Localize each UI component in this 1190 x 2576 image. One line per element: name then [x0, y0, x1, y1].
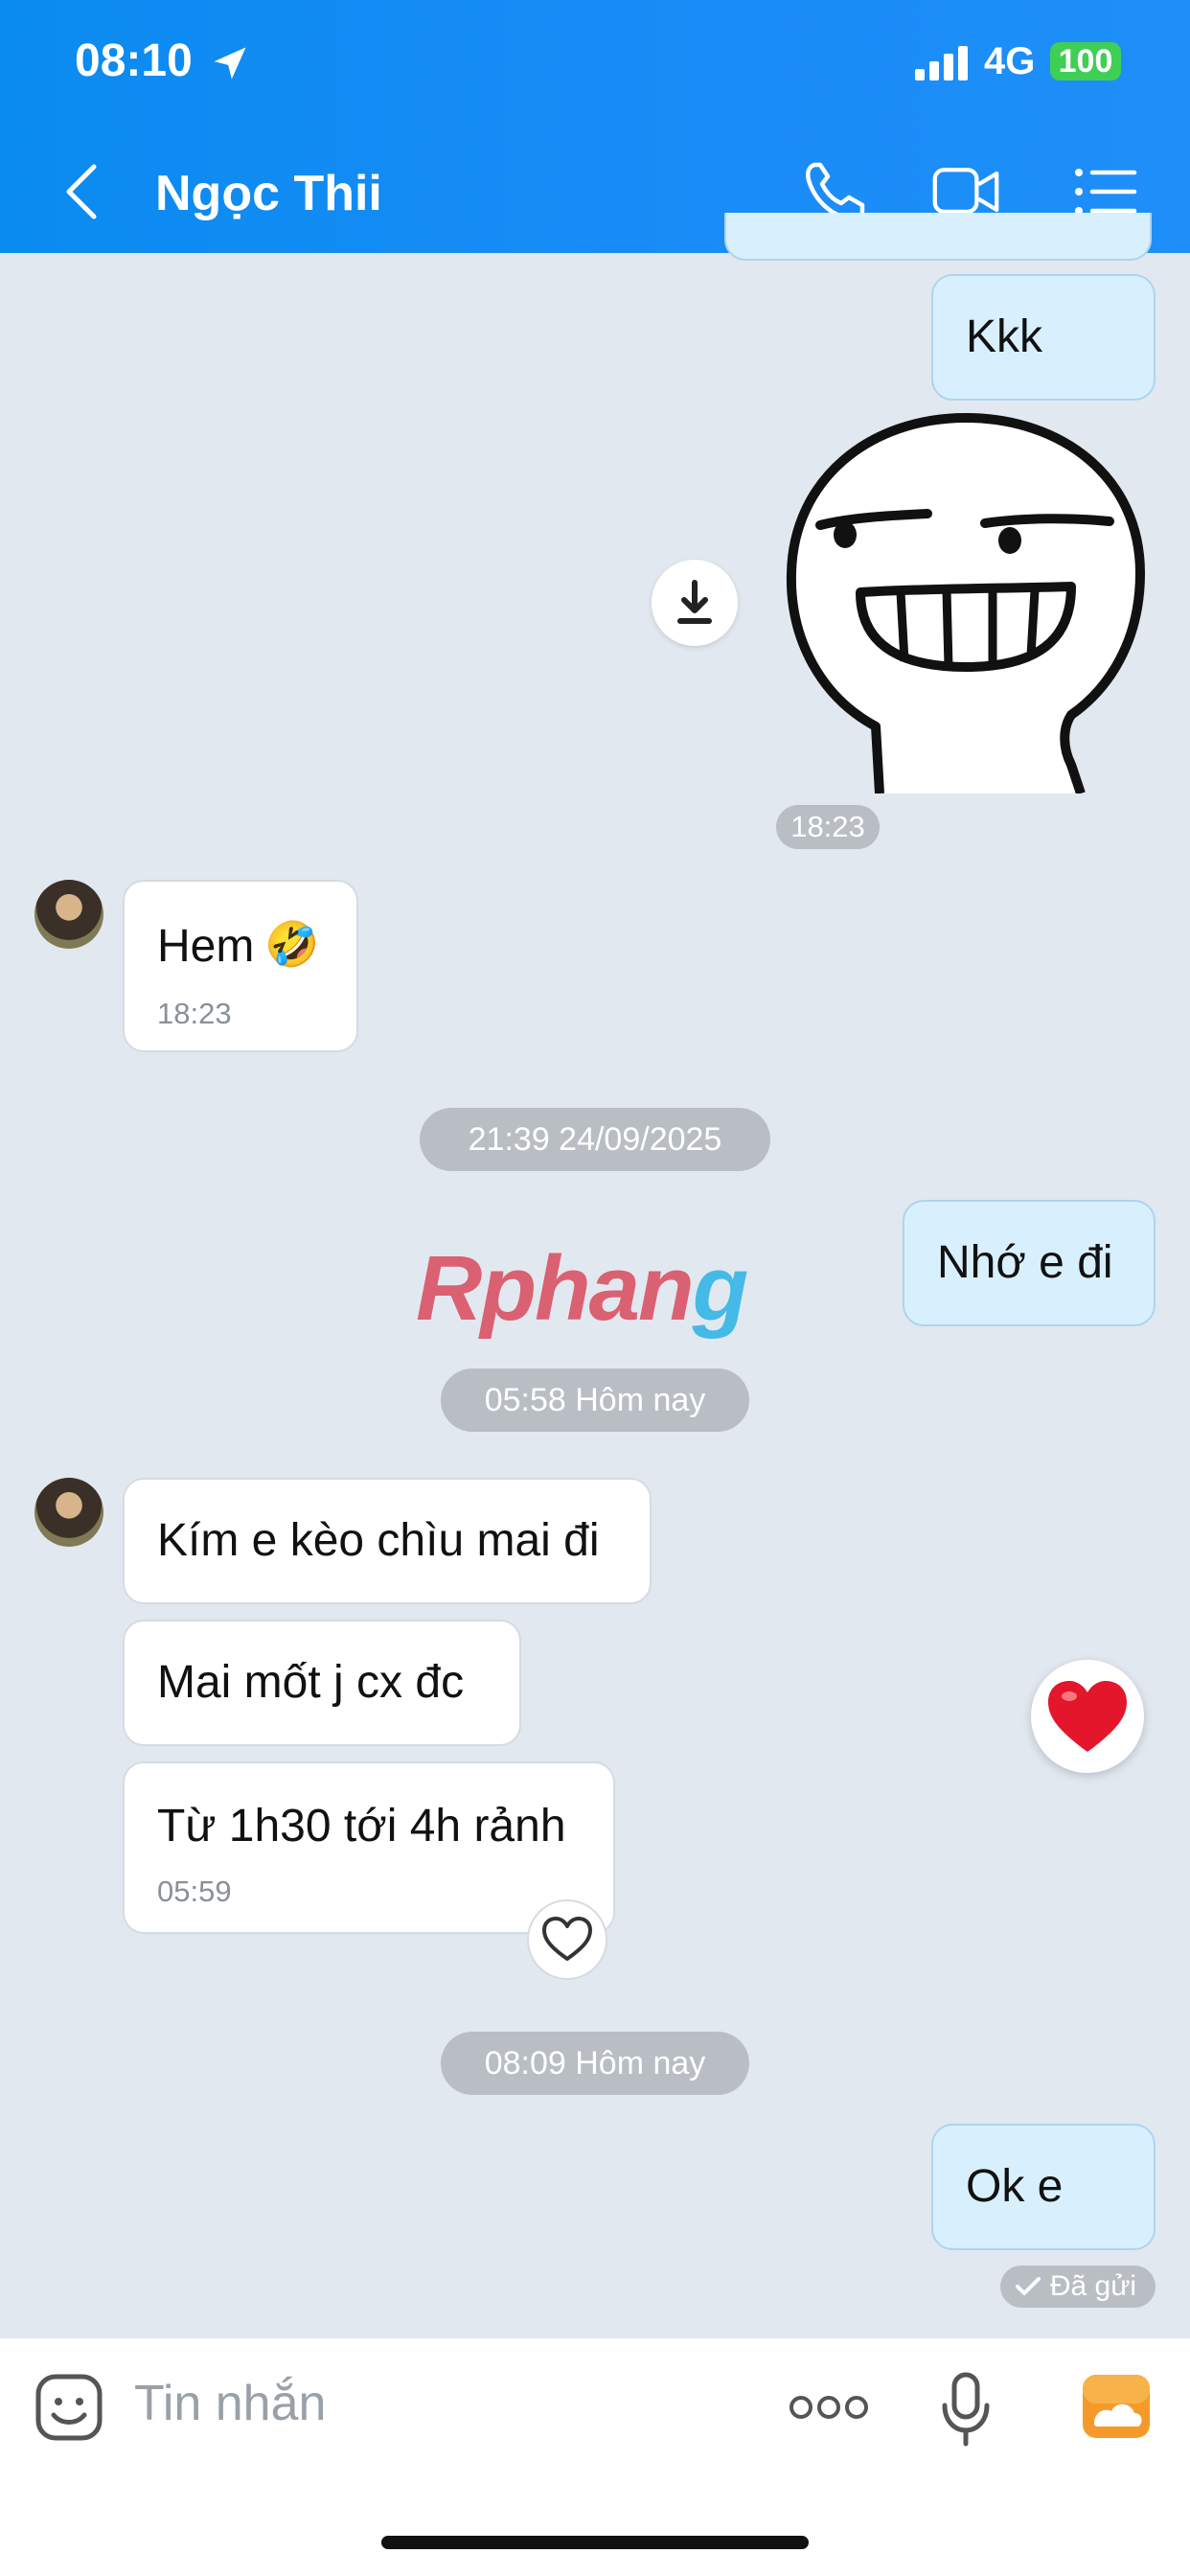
message-text: Mai mốt j cx đc — [157, 1657, 465, 1708]
message-input[interactable]: Tin nhắn — [134, 2375, 326, 2432]
back-icon[interactable] — [61, 161, 103, 222]
home-indicator — [381, 2536, 809, 2549]
status-bar: 08:10 4G 100 — [0, 0, 1190, 134]
message-text: Hem — [157, 921, 255, 972]
signal-icon — [915, 46, 968, 80]
message-bubble-received[interactable]: Kím e kèo chìu mai đi — [123, 1478, 652, 1604]
gallery-image-icon[interactable] — [1081, 2373, 1152, 2440]
sticker-emoji-icon[interactable] — [34, 2373, 103, 2442]
more-options-icon[interactable] — [788, 2390, 870, 2425]
heart-reaction[interactable] — [1031, 1660, 1144, 1773]
status-time: 08:10 — [75, 35, 193, 86]
location-arrow-icon — [214, 47, 246, 80]
message-bubble-sent[interactable]: Kkk — [931, 274, 1156, 401]
contact-avatar[interactable] — [34, 880, 103, 949]
check-icon — [1016, 2277, 1041, 2295]
grinning-face-sticker[interactable] — [784, 410, 1148, 794]
message-bubble-sent[interactable]: Nhớ e đi — [903, 1200, 1156, 1326]
message-text: Từ 1h30 tới 4h rảnh — [157, 1801, 566, 1852]
message-bubble-sent[interactable]: Ok e — [931, 2124, 1156, 2250]
rofl-emoji: 🤣 — [264, 919, 320, 969]
microphone-icon[interactable] — [941, 2371, 991, 2448]
react-button[interactable] — [527, 1899, 607, 1980]
download-button[interactable] — [652, 560, 738, 646]
date-separator: 05:58 Hôm nay — [441, 1368, 749, 1432]
sent-status-badge: Đã gửi — [1000, 2266, 1156, 2308]
message-bubble-partial[interactable] — [724, 213, 1152, 261]
contact-avatar[interactable] — [34, 1478, 103, 1547]
message-text: Kím e kèo chìu mai đi — [157, 1515, 600, 1566]
contact-name[interactable]: Ngọc Thii — [155, 165, 382, 222]
message-time: 18:23 — [157, 997, 232, 1030]
sticker-timestamp: 18:23 — [776, 805, 880, 849]
watermark-logo: Rphang — [416, 1237, 748, 1340]
date-separator: 08:09 Hôm nay — [441, 2032, 749, 2095]
date-separator: 21:39 24/09/2025 — [420, 1108, 770, 1171]
heart-outline-icon — [542, 1917, 592, 1961]
network-type: 4G — [984, 40, 1036, 82]
message-bubble-received[interactable]: Mai mốt j cx đc — [123, 1620, 521, 1746]
message-text: Nhớ e đi — [937, 1237, 1113, 1288]
red-heart-icon — [1048, 1681, 1127, 1752]
message-time: 05:59 — [157, 1874, 232, 1908]
battery-indicator: 100 — [1050, 42, 1121, 80]
message-bubble-received[interactable]: Hem 🤣 18:23 — [123, 880, 358, 1052]
message-text: Kkk — [966, 311, 1043, 362]
download-icon — [677, 580, 712, 624]
message-text: Ok e — [966, 2161, 1064, 2212]
